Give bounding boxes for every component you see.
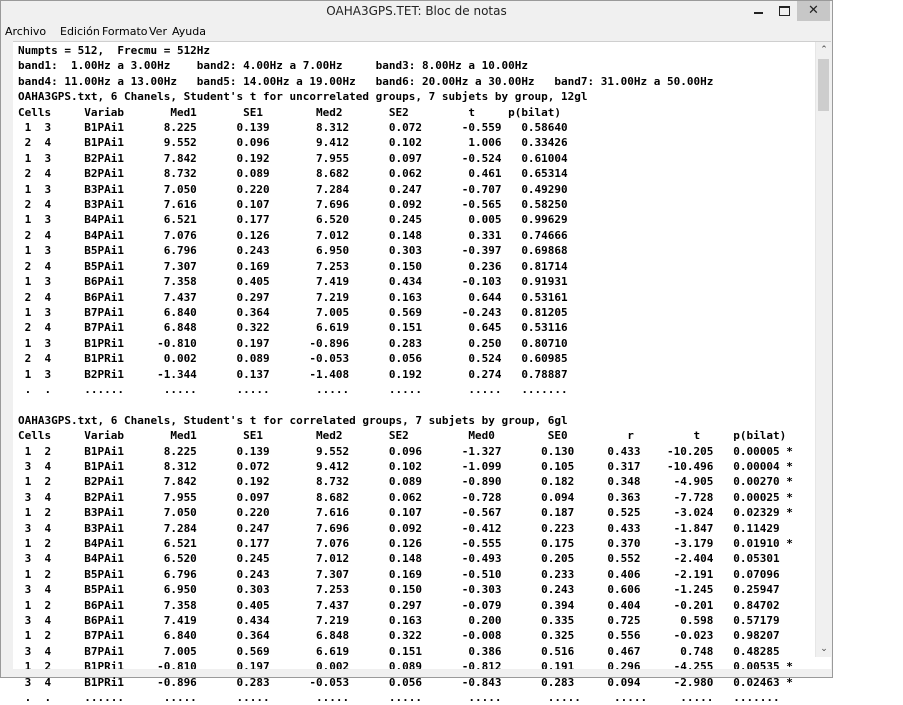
title-bar[interactable]: OAHA3GPS.TET: Bloc de notas ✕ [1,1,832,23]
bottom-edge [13,669,831,677]
chevron-up-icon[interactable]: ⌃ [816,42,832,58]
notepad-window: OAHA3GPS.TET: Bloc de notas ✕ Archivo Ed… [0,0,833,704]
maximize-button[interactable] [771,1,797,21]
document-text[interactable]: Numpts = 512, Frecmu = 512Hz band1: 1.00… [18,43,793,705]
menu-ayuda[interactable]: Ayuda [172,25,206,38]
menu-archivo[interactable]: Archivo [5,25,46,38]
menu-formato[interactable]: Formato [102,25,148,38]
window-title: OAHA3GPS.TET: Bloc de notas [326,4,507,18]
close-icon: ✕ [808,3,819,18]
text-editor[interactable]: Numpts = 512, Frecmu = 512Hz band1: 1.00… [13,41,831,704]
minimize-icon [754,12,763,14]
scrollbar-thumb[interactable] [818,59,829,111]
close-button[interactable]: ✕ [797,1,830,21]
menu-ver[interactable]: Ver [149,25,167,38]
menu-edicion[interactable]: Edición [60,25,100,38]
minimize-button[interactable] [745,1,771,21]
chevron-down-icon[interactable]: ⌄ [816,641,832,657]
menu-bar: Archivo Edición Formato Ver Ayuda [1,23,832,41]
vertical-scrollbar[interactable]: ⌃ ⌄ [815,42,832,657]
maximize-icon [779,6,790,16]
